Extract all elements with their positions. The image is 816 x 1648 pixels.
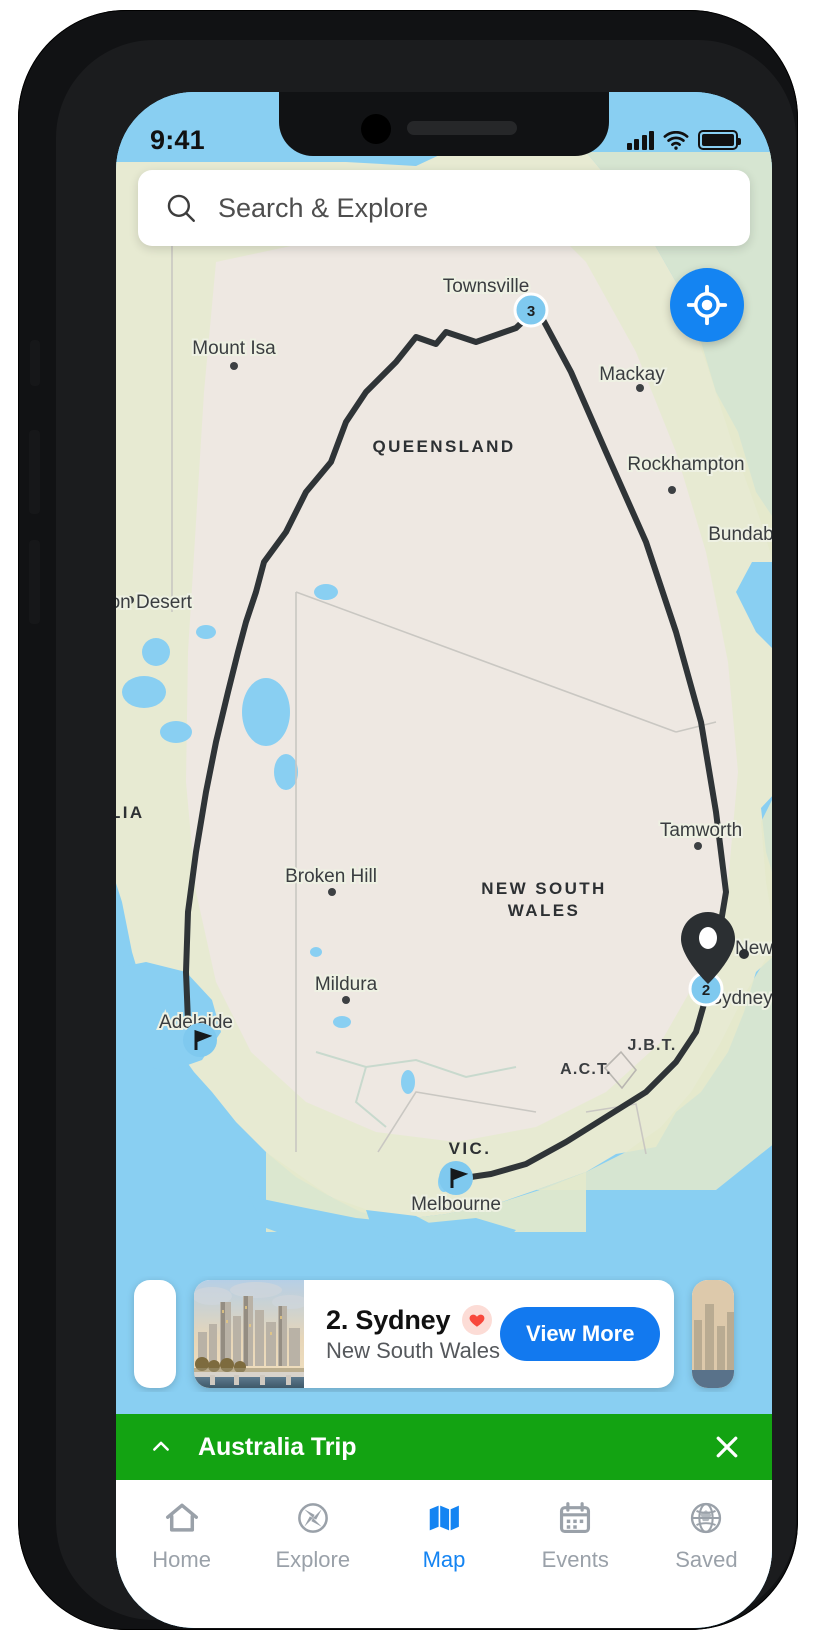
- stop-marker-3: 3: [513, 292, 549, 328]
- crosshair-location-icon: [686, 284, 728, 326]
- tab-events[interactable]: Events: [510, 1498, 641, 1573]
- trip-bar-left: Australia Trip: [146, 1433, 356, 1462]
- search-icon: [167, 194, 195, 222]
- volume-up-button[interactable]: [29, 430, 40, 514]
- svg-text:Mildura: Mildura: [315, 974, 378, 995]
- svg-text:2: 2: [702, 982, 710, 999]
- favorite-button[interactable]: [462, 1305, 493, 1335]
- compass-icon: [292, 1498, 334, 1538]
- map-icon: [423, 1498, 465, 1538]
- previous-place-card-peek[interactable]: [134, 1280, 176, 1388]
- chevron-up-icon[interactable]: [146, 1437, 176, 1457]
- search-bar[interactable]: [138, 170, 750, 246]
- tab-label-events: Events: [541, 1547, 609, 1572]
- phone-notch: [279, 92, 609, 156]
- close-icon: [716, 1436, 738, 1458]
- tab-label-explore: Explore: [275, 1547, 351, 1572]
- next-place-card-peek[interactable]: [692, 1280, 734, 1388]
- melbourne-flag-marker: [439, 1161, 473, 1195]
- adelaide-flag-marker: [183, 1023, 217, 1057]
- place-card-subtitle: New South Wales: [326, 1337, 501, 1363]
- search-input[interactable]: [218, 192, 724, 224]
- globe-icon: [685, 1498, 727, 1538]
- svg-text:NEW SOUTH: NEW SOUTH: [481, 879, 606, 898]
- svg-text:LIA: LIA: [116, 803, 145, 822]
- svg-text:Broken Hill: Broken Hill: [285, 866, 377, 887]
- tab-map[interactable]: Map: [378, 1498, 509, 1573]
- view-more-button[interactable]: View More: [500, 1307, 661, 1361]
- svg-text:Melbourne: Melbourne: [411, 1194, 501, 1215]
- svg-text:Tamworth: Tamworth: [660, 820, 742, 841]
- phone-frame: Townsville Mount Isa Mackay Rockhampton …: [18, 10, 798, 1630]
- place-card-body: 2. Sydney New South Wales View More: [304, 1280, 674, 1388]
- svg-text:QUEENSLAND: QUEENSLAND: [372, 437, 515, 456]
- svg-text:son Desert: son Desert: [116, 592, 193, 613]
- place-card-title: 2. Sydney: [326, 1304, 451, 1335]
- place-card-texts: 2. Sydney New South Wales: [326, 1305, 500, 1364]
- tab-label-map: Map: [422, 1547, 466, 1572]
- phone-screen: Townsville Mount Isa Mackay Rockhampton …: [116, 92, 772, 1628]
- volume-down-button[interactable]: [29, 540, 40, 624]
- svg-text:VIC.: VIC.: [449, 1139, 492, 1158]
- place-thumbnail: [194, 1280, 304, 1388]
- svg-text:J.B.T.: J.B.T.: [628, 1037, 677, 1054]
- close-trip-button[interactable]: [712, 1432, 742, 1462]
- phone-bezel: Townsville Mount Isa Mackay Rockhampton …: [56, 40, 796, 1628]
- locate-me-button[interactable]: [670, 268, 744, 342]
- home-icon: [161, 1498, 203, 1538]
- place-card[interactable]: 2. Sydney New South Wales View More: [194, 1280, 674, 1388]
- svg-text:A.C.T.: A.C.T.: [560, 1061, 612, 1078]
- place-card-carousel[interactable]: 2. Sydney New South Wales View More: [116, 1276, 772, 1392]
- tab-explore[interactable]: Explore: [247, 1498, 378, 1573]
- place-card-title-row: 2. Sydney: [326, 1305, 500, 1336]
- svg-text:Mackay: Mackay: [599, 364, 665, 385]
- front-camera: [361, 114, 391, 144]
- svg-text:Bundab: Bundab: [708, 524, 772, 545]
- svg-text:Rockhampton: Rockhampton: [627, 454, 744, 475]
- tab-label-saved: Saved: [675, 1547, 738, 1572]
- trip-title: Australia Trip: [198, 1432, 357, 1461]
- tab-label-home: Home: [152, 1547, 211, 1572]
- tab-home[interactable]: Home: [116, 1498, 247, 1573]
- tab-saved[interactable]: Saved: [641, 1498, 772, 1573]
- screenshot-root: Townsville Mount Isa Mackay Rockhampton …: [0, 0, 816, 1648]
- bottom-tab-bar[interactable]: Home Explore Map Events Saved: [116, 1480, 772, 1628]
- mute-switch[interactable]: [30, 340, 40, 386]
- trip-bar[interactable]: Australia Trip: [116, 1414, 772, 1480]
- svg-text:Mount Isa: Mount Isa: [192, 338, 276, 359]
- heart-icon: [469, 1314, 485, 1327]
- svg-text:Townsville: Townsville: [443, 276, 530, 297]
- earpiece-speaker: [407, 121, 517, 135]
- svg-text:3: 3: [527, 303, 535, 320]
- svg-text:WALES: WALES: [508, 901, 580, 920]
- calendar-icon: [554, 1498, 596, 1538]
